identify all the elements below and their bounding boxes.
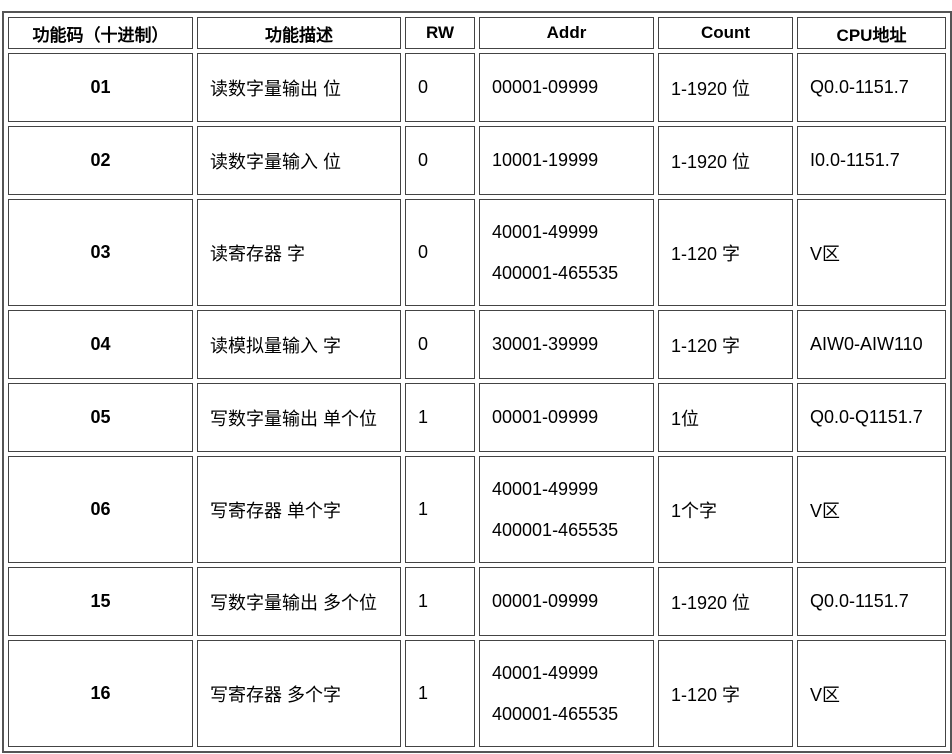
header-count: Count	[658, 17, 793, 49]
addr-range: 00001-09999	[492, 407, 599, 427]
count-cell: 1-1920 位	[658, 126, 793, 195]
description-cell: 读模拟量输入 字	[197, 310, 401, 379]
function-code-table: 功能码（十进制） 功能描述 RW Addr Count CPU地址 01 读数字量输出 位0…	[2, 11, 952, 753]
description-cell: 读寄存器 字	[197, 199, 401, 306]
rw-cell: 0	[405, 310, 475, 379]
header-rw: RW	[405, 17, 475, 49]
cpu-address-cell: Q0.0-Q1151.7	[797, 383, 946, 452]
header-addr: Addr	[479, 17, 654, 49]
code-cell: 04	[8, 310, 193, 379]
addr-cell: 40001-49999 400001-465535	[479, 640, 654, 747]
count-cell: 1个字	[658, 456, 793, 563]
rw-cell: 0	[405, 199, 475, 306]
addr-range: 00001-09999	[492, 77, 599, 97]
addr-range: 400001-465535	[492, 519, 619, 540]
cpu-address-cell: V区	[797, 640, 946, 747]
rw-cell: 0	[405, 126, 475, 195]
header-description: 功能描述	[197, 17, 401, 49]
count-cell: 1位	[658, 383, 793, 452]
addr-range: 10001-19999	[492, 150, 599, 170]
count-cell: 1-120 字	[658, 640, 793, 747]
addr-range: 400001-465535	[492, 703, 619, 724]
description-cell: 读数字量输出 位	[197, 53, 401, 122]
addr-cell: 00001-09999	[479, 383, 654, 452]
description-cell: 写数字量输出 多个位	[197, 567, 401, 636]
addr-range: 40001-49999	[492, 221, 599, 242]
addr-range: 40001-49999	[492, 662, 599, 683]
count-cell: 1-120 字	[658, 199, 793, 306]
rw-cell: 1	[405, 567, 475, 636]
count-cell: 1-1920 位	[658, 567, 793, 636]
cpu-address-cell: V区	[797, 456, 946, 563]
cpu-address-cell: AIW0-AIW110	[797, 310, 946, 379]
header-function-code: 功能码（十进制）	[8, 17, 193, 49]
rw-cell: 1	[405, 640, 475, 747]
addr-cell: 30001-39999	[479, 310, 654, 379]
code-cell: 03	[8, 199, 193, 306]
description-cell: 写数字量输出 单个位	[197, 383, 401, 452]
rw-cell: 0	[405, 53, 475, 122]
header-cpu-address: CPU地址	[797, 17, 946, 49]
cpu-address-cell: I0.0-1151.7	[797, 126, 946, 195]
count-cell: 1-120 字	[658, 310, 793, 379]
addr-range: 400001-465535	[492, 262, 619, 283]
cpu-address-cell: Q0.0-1151.7	[797, 53, 946, 122]
description-cell: 读数字量输入 位	[197, 126, 401, 195]
code-cell: 15	[8, 567, 193, 636]
count-cell: 1-1920 位	[658, 53, 793, 122]
table-row: 16 写寄存器 多个字 1 40001-49999 400001-465535 1-120…	[8, 640, 946, 747]
table-row: 06 写寄存器 单个字 1 40001-49999 400001-465535 1个字 V区	[8, 456, 946, 563]
table-row: 15 写数字量输出 多个位 1 00001-09999 1-1920 位 Q0.0-115…	[8, 567, 946, 636]
addr-cell: 00001-09999	[479, 567, 654, 636]
table-row: 04 读模拟量输入 字 0 30001-39999 1-120 字 AIW0-AIW110	[8, 310, 946, 379]
addr-cell: 00001-09999	[479, 53, 654, 122]
rw-cell: 1	[405, 456, 475, 563]
code-cell: 16	[8, 640, 193, 747]
cpu-address-cell: V区	[797, 199, 946, 306]
addr-range: 40001-49999	[492, 478, 599, 499]
addr-range: 00001-09999	[492, 591, 599, 611]
rw-cell: 1	[405, 383, 475, 452]
table-row: 03 读寄存器 字 0 40001-49999 400001-465535 1-120 字…	[8, 199, 946, 306]
addr-range: 30001-39999	[492, 334, 599, 354]
table-row: 02 读数字量输入 位 0 10001-19999 1-1920 位 I0.0-1151.…	[8, 126, 946, 195]
description-cell: 写寄存器 多个字	[197, 640, 401, 747]
table-row: 05 写数字量输出 单个位 1 00001-09999 1位 Q0.0-Q1151.7	[8, 383, 946, 452]
table-row: 01 读数字量输出 位 0 00001-09999 1-1920 位 Q0.0-1151.…	[8, 53, 946, 122]
cpu-address-cell: Q0.0-1151.7	[797, 567, 946, 636]
code-cell: 02	[8, 126, 193, 195]
addr-cell: 10001-19999	[479, 126, 654, 195]
description-cell: 写寄存器 单个字	[197, 456, 401, 563]
addr-cell: 40001-49999 400001-465535	[479, 199, 654, 306]
addr-cell: 40001-49999 400001-465535	[479, 456, 654, 563]
code-cell: 01	[8, 53, 193, 122]
code-cell: 06	[8, 456, 193, 563]
header-row: 功能码（十进制） 功能描述 RW Addr Count CPU地址	[8, 17, 946, 49]
code-cell: 05	[8, 383, 193, 452]
